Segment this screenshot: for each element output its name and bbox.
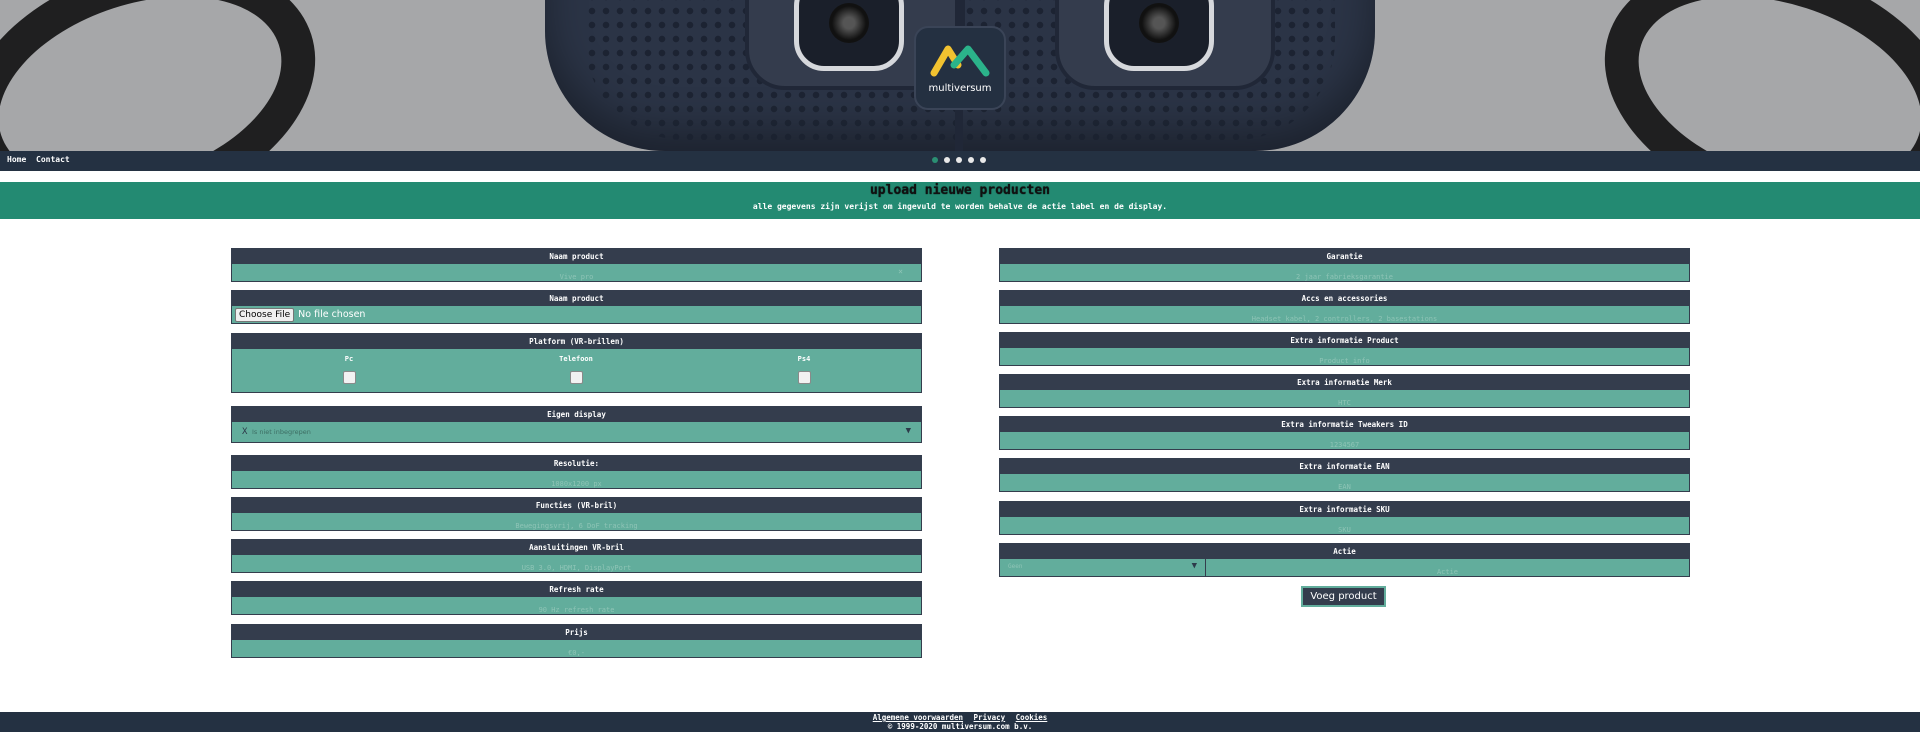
field-label: Extra informatie EAN (1000, 459, 1689, 474)
page-subtitle: alle gegevens zijn verijst om ingevuld t… (752, 202, 1168, 211)
add-product-button[interactable]: Voeg product toe (1301, 586, 1386, 619)
field-label: Extra informatie SKU (1000, 502, 1689, 517)
platform-option-ps4: Ps4 (784, 355, 824, 384)
chevron-down-icon[interactable]: ▼ (906, 426, 911, 436)
vr-strap-right (1571, 0, 1920, 151)
page-hero: upload nieuwe producten alle gegevens zi… (0, 182, 1920, 219)
field-extra-product: Extra informatie Product (999, 332, 1690, 370)
field-label: Accs en accessories (1000, 291, 1689, 306)
field-platform: Platform (VR-brillen) Pc Telefoon Ps4 (231, 333, 922, 393)
garantie-input[interactable] (1000, 268, 1689, 286)
extra-tweakers-input[interactable] (1000, 436, 1689, 454)
nav-contact-link[interactable]: Contact (36, 155, 70, 164)
page-title: upload nieuwe producten (869, 183, 1050, 198)
multiversum-logo[interactable]: multiversum (914, 26, 1006, 110)
aansluitingen-input[interactable] (232, 559, 921, 577)
field-extra-tweakers: Extra informatie Tweakers ID (999, 416, 1690, 454)
camera-right (1055, 0, 1275, 90)
clear-icon[interactable]: X (242, 427, 247, 437)
footer-link-privacy[interactable]: Privacy (974, 713, 1006, 722)
field-label: Actie (1000, 544, 1689, 559)
select-value: Is niet inbegrepen (252, 428, 311, 436)
platform-option-telefoon: Telefoon (556, 355, 596, 384)
field-label: Resolutie: (232, 456, 921, 471)
footer-copyright: © 1999-2020 multiversum.com b.v. (887, 722, 1033, 731)
actie-select[interactable]: Geen ▼ (1000, 559, 1206, 576)
field-extra-merk: Extra informatie Merk (999, 374, 1690, 412)
prijs-input[interactable] (232, 644, 921, 662)
vr-strap-left (0, 0, 349, 151)
refresh-rate-input[interactable] (232, 601, 921, 619)
platform-ps4-checkbox[interactable] (797, 371, 811, 384)
select-value: Geen (1008, 563, 1023, 570)
extra-product-input[interactable] (1000, 352, 1689, 370)
field-prijs: Prijs (231, 624, 922, 662)
footer-link-terms[interactable]: Algemene voorwaarden (873, 713, 963, 722)
field-eigen-display: Eigen display X Is niet inbegrepen ▼ (231, 406, 922, 443)
field-label: Extra informatie Tweakers ID (1000, 417, 1689, 432)
page-footer: Algemene voorwaarden Privacy Cookies © 1… (0, 712, 1920, 732)
slider-dot-4[interactable] (968, 157, 974, 163)
choose-file-button[interactable]: Choose File (235, 307, 295, 322)
platform-pc-checkbox[interactable] (342, 371, 356, 384)
platform-telefoon-checkbox[interactable] (569, 371, 583, 384)
field-garantie: Garantie (999, 248, 1690, 286)
field-afbeelding: Naam product Choose File No file chosen (231, 290, 922, 324)
slider-dot-1[interactable] (932, 157, 938, 163)
field-aansluitingen: Aansluitingen VR-bril (231, 539, 922, 577)
field-label: Naam product (232, 291, 921, 306)
extra-sku-input[interactable] (1000, 521, 1689, 539)
functies-input[interactable] (232, 517, 921, 535)
file-status: No file chosen (298, 309, 366, 320)
top-nav: Home Contact (0, 151, 1920, 171)
actie-input[interactable] (1206, 563, 1689, 581)
field-extra-ean: Extra informatie EAN (999, 458, 1690, 496)
field-resolutie: Resolutie: (231, 455, 922, 493)
extra-ean-input[interactable] (1000, 478, 1689, 496)
field-extra-sku: Extra informatie SKU (999, 501, 1690, 539)
field-naam-product: Naam product × (231, 248, 922, 286)
field-actie: Actie Geen ▼ (999, 543, 1690, 581)
naam-product-input[interactable] (232, 268, 921, 286)
slider-dot-2[interactable] (944, 157, 950, 163)
accs-input[interactable] (1000, 310, 1689, 328)
field-label: Eigen display (232, 407, 921, 422)
slider-dot-5[interactable] (980, 157, 986, 163)
field-label: Extra informatie Merk (1000, 375, 1689, 390)
footer-link-cookies[interactable]: Cookies (1016, 713, 1048, 722)
field-label: Functies (VR-bril) (232, 498, 921, 513)
header-banner: multiversum (0, 0, 1920, 151)
nav-home-link[interactable]: Home (7, 155, 26, 164)
logo-m-icon (930, 45, 990, 76)
extra-merk-input[interactable] (1000, 394, 1689, 412)
field-refresh-rate: Refresh rate (231, 581, 922, 619)
chevron-down-icon[interactable]: ▼ (1192, 561, 1197, 571)
field-label: Prijs (232, 625, 921, 640)
slider-dots (932, 157, 986, 163)
resolutie-input[interactable] (232, 475, 921, 493)
field-label: Aansluitingen VR-bril (232, 540, 921, 555)
field-label: Extra informatie Product (1000, 333, 1689, 348)
field-label: Refresh rate (232, 582, 921, 597)
field-accs: Accs en accessories (999, 290, 1690, 328)
platform-option-pc: Pc (329, 355, 369, 384)
slider-dot-3[interactable] (956, 157, 962, 163)
clear-icon[interactable]: × (898, 267, 903, 276)
field-functies: Functies (VR-bril) (231, 497, 922, 535)
field-label: Naam product (232, 249, 921, 264)
field-label: Platform (VR-brillen) (232, 334, 921, 349)
field-label: Garantie (1000, 249, 1689, 264)
logo-text: multiversum (928, 82, 992, 94)
eigen-display-select[interactable]: X Is niet inbegrepen ▼ (232, 422, 921, 442)
